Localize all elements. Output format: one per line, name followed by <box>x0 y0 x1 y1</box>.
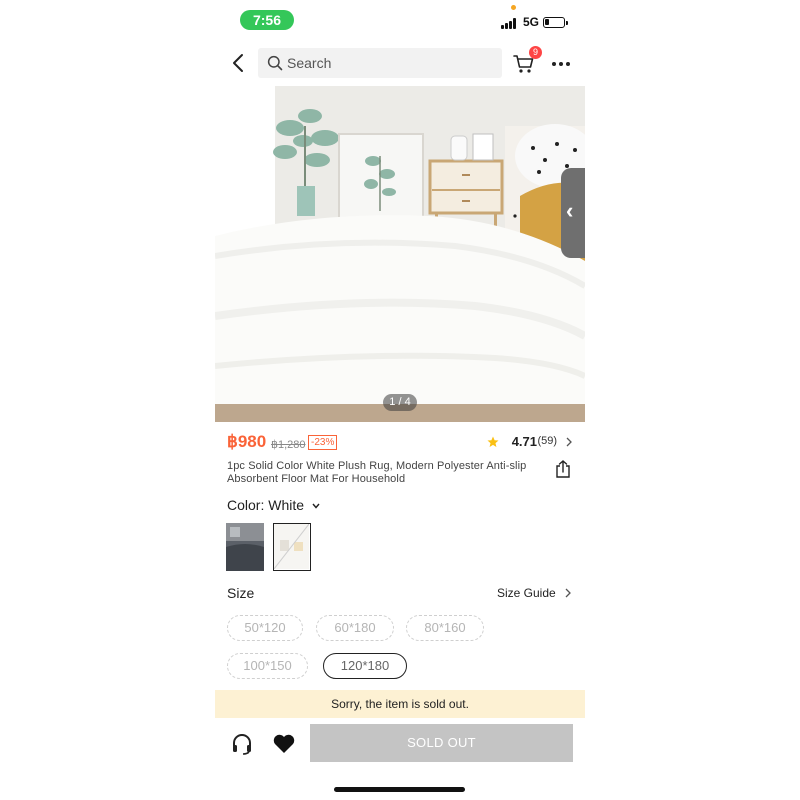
heart-icon <box>273 734 295 753</box>
star-icon <box>487 436 499 447</box>
size-option[interactable]: 50*120 <box>227 615 303 641</box>
location-indicator-icon <box>511 5 516 10</box>
color-swatch-grey[interactable] <box>226 523 264 571</box>
chevron-right-icon <box>565 588 571 598</box>
network-label: 5G <box>523 15 540 29</box>
size-option[interactable]: 100*150 <box>227 653 308 679</box>
rating-score: 4.71 <box>511 434 537 449</box>
status-time: 7:56 <box>240 10 294 30</box>
back-button[interactable] <box>229 52 249 74</box>
size-option[interactable]: 80*160 <box>406 615 484 641</box>
cart-count-badge: 9 <box>529 46 542 59</box>
color-swatch-white[interactable] <box>273 523 311 571</box>
back-icon <box>233 54 243 72</box>
search-placeholder: Search <box>287 55 332 71</box>
discount-badge: -23% <box>308 435 338 450</box>
size-option[interactable]: 60*180 <box>316 615 394 641</box>
home-indicator[interactable] <box>334 787 465 792</box>
chevron-left-icon: ‹ <box>566 198 574 223</box>
swatch-grey-image <box>226 523 264 571</box>
chevron-right-icon <box>566 437 572 447</box>
share-button[interactable] <box>555 460 571 478</box>
gallery-side-tab[interactable]: ‹ <box>561 168 585 258</box>
more-button[interactable] <box>552 54 572 72</box>
wishlist-button[interactable] <box>272 733 296 755</box>
size-label: Size <box>227 585 255 601</box>
size-option-selected[interactable]: 120*180 <box>323 653 407 679</box>
headset-icon <box>233 734 251 755</box>
sold-out-button[interactable]: SOLD OUT <box>310 724 573 762</box>
swatch-white-image <box>274 524 310 570</box>
price-row: ฿980 ฿1,280 -23% 4.71 (59) <box>227 432 573 454</box>
color-selector[interactable]: Color: White <box>227 497 320 513</box>
customer-service-button[interactable] <box>231 733 253 755</box>
product-page: 7:56 5G Search 9 ‹ 1 / 4 ฿980 ฿1,280 -23… <box>215 0 585 800</box>
image-counter: 1 / 4 <box>383 394 417 411</box>
top-nav: Search 9 <box>215 44 585 82</box>
rating-link[interactable]: 4.71 (59) <box>483 434 573 452</box>
sold-out-notice: Sorry, the item is sold out. <box>215 690 585 718</box>
status-bar: 7:56 5G <box>215 0 585 40</box>
search-icon <box>267 55 283 71</box>
color-label: Color: White <box>227 497 305 513</box>
signal-icon <box>501 17 519 29</box>
product-image-gallery[interactable]: ‹ <box>215 86 585 422</box>
share-icon <box>556 460 570 478</box>
sale-price: ฿980 <box>227 432 267 451</box>
product-image <box>215 86 585 422</box>
chevron-down-icon <box>312 503 320 509</box>
battery-icon <box>543 17 568 28</box>
size-guide-link[interactable]: Size Guide <box>497 586 571 600</box>
original-price: ฿1,280 <box>271 439 306 451</box>
review-count: (59) <box>537 435 557 447</box>
size-guide-label: Size Guide <box>497 586 556 600</box>
product-title: 1pc Solid Color White Plush Rug, Modern … <box>227 460 527 485</box>
search-input[interactable]: Search <box>258 48 502 78</box>
